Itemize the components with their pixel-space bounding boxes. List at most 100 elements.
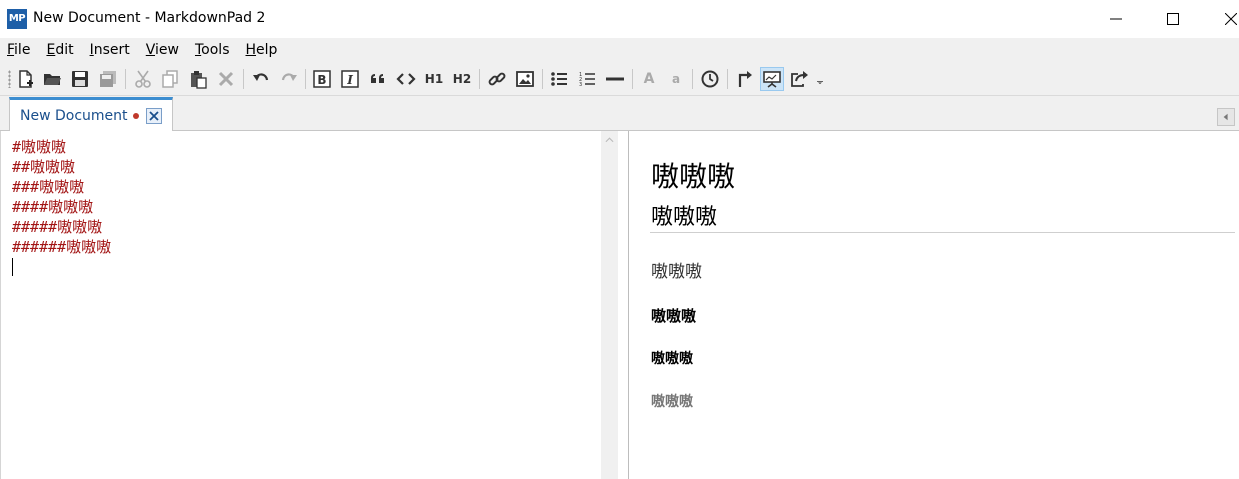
numbered-list-button[interactable]: 123 bbox=[575, 67, 599, 91]
text-caret bbox=[12, 258, 13, 276]
save-button[interactable] bbox=[68, 67, 92, 91]
undo-icon bbox=[253, 73, 269, 81]
maximize-icon bbox=[1167, 13, 1179, 25]
editor-line: ####嗷嗷嗷 bbox=[12, 198, 94, 216]
heading-underline-rule bbox=[650, 232, 1235, 233]
tab-new-document[interactable]: New Document bbox=[9, 97, 173, 131]
editor-line: ##嗷嗷嗷 bbox=[12, 158, 76, 176]
new-document-icon bbox=[19, 70, 33, 88]
minimize-icon bbox=[1110, 18, 1122, 20]
close-tab-button[interactable] bbox=[145, 107, 162, 124]
editor-text: #嗷嗷嗷 ##嗷嗷嗷 ###嗷嗷嗷 ####嗷嗷嗷 #####嗷嗷嗷 #####… bbox=[12, 137, 111, 257]
menu-insert[interactable]: Insert bbox=[90, 42, 130, 58]
toolbar-separator bbox=[305, 69, 306, 89]
new-document-button[interactable] bbox=[14, 67, 38, 91]
preview-heading-1: 嗷嗷嗷 bbox=[651, 160, 736, 193]
svg-text:3: 3 bbox=[579, 82, 582, 88]
timestamp-icon bbox=[701, 70, 719, 88]
overflow-icon bbox=[817, 81, 823, 84]
save-all-icon bbox=[100, 71, 116, 87]
cut-button[interactable] bbox=[131, 67, 155, 91]
toolbar-grip[interactable] bbox=[8, 70, 11, 88]
delete-button[interactable] bbox=[214, 67, 238, 91]
quote-icon bbox=[371, 74, 384, 83]
redo-button[interactable] bbox=[277, 67, 301, 91]
link-icon bbox=[488, 72, 506, 86]
chevron-left-icon bbox=[1223, 113, 1228, 121]
numbered-list-icon: 123 bbox=[579, 72, 595, 88]
heading2-label: H2 bbox=[452, 72, 472, 86]
timestamp-button[interactable] bbox=[698, 67, 722, 91]
menu-file[interactable]: File bbox=[7, 42, 30, 58]
horizontal-rule-button[interactable] bbox=[603, 67, 627, 91]
menu-bar: File Edit Insert View Tools Help bbox=[0, 38, 1239, 62]
toolbar-separator bbox=[632, 69, 633, 89]
quote-button[interactable] bbox=[366, 67, 390, 91]
toolbar-separator bbox=[479, 69, 480, 89]
font-decrease-button[interactable]: a bbox=[664, 67, 688, 91]
toolbar-separator bbox=[243, 69, 244, 89]
toolbar-overflow-button[interactable] bbox=[813, 67, 827, 91]
close-window-button[interactable] bbox=[1208, 0, 1239, 38]
bold-icon: B bbox=[313, 70, 331, 88]
close-icon bbox=[148, 110, 159, 121]
redo-icon bbox=[281, 73, 297, 81]
open-button[interactable] bbox=[40, 67, 64, 91]
minimize-button[interactable] bbox=[1093, 0, 1139, 38]
close-icon bbox=[1225, 13, 1237, 25]
export-icon bbox=[791, 71, 808, 87]
paste-icon bbox=[191, 71, 207, 89]
bullet-list-button[interactable] bbox=[547, 67, 571, 91]
link-button[interactable] bbox=[485, 67, 509, 91]
editor-scrollbar[interactable] bbox=[601, 131, 618, 479]
toolbar-separator bbox=[125, 69, 126, 89]
window-title: New Document - MarkdownPad 2 bbox=[33, 10, 266, 26]
html-preview-pane: 嗷嗷嗷 嗷嗷嗷 嗷嗷嗷 嗷嗷嗷 嗷嗷嗷 嗷嗷嗷 bbox=[630, 131, 1239, 479]
paste-button[interactable] bbox=[186, 67, 210, 91]
maximize-button[interactable] bbox=[1150, 0, 1196, 38]
scroll-up-arrow-icon[interactable] bbox=[605, 137, 614, 143]
toolbar: B I H1 H2 123 A a bbox=[0, 62, 1239, 96]
italic-button[interactable]: I bbox=[338, 67, 362, 91]
heading2-button[interactable]: H2 bbox=[450, 67, 474, 91]
toolbar-separator bbox=[727, 69, 728, 89]
editor-line: ###嗷嗷嗷 bbox=[12, 178, 85, 196]
font-increase-button[interactable]: A bbox=[637, 67, 661, 91]
preview-heading-4: 嗷嗷嗷 bbox=[651, 307, 697, 325]
pane-splitter[interactable] bbox=[618, 131, 629, 479]
editor-line: #嗷嗷嗷 bbox=[12, 138, 67, 156]
preview-heading-5: 嗷嗷嗷 bbox=[651, 351, 693, 367]
code-button[interactable] bbox=[394, 67, 418, 91]
save-all-button[interactable] bbox=[96, 67, 120, 91]
menu-edit[interactable]: Edit bbox=[46, 42, 73, 58]
italic-icon: I bbox=[341, 70, 359, 88]
live-preview-icon bbox=[763, 71, 781, 88]
copy-icon bbox=[162, 70, 178, 88]
tab-scroll-left-button[interactable] bbox=[1217, 108, 1235, 126]
bold-button[interactable]: B bbox=[310, 67, 334, 91]
open-folder-icon bbox=[44, 74, 61, 85]
app-logo: MP bbox=[7, 9, 27, 29]
preview-heading-2: 嗷嗷嗷 bbox=[651, 205, 718, 230]
preview-browser-button[interactable] bbox=[733, 67, 757, 91]
menu-view[interactable]: View bbox=[146, 42, 179, 58]
preview-browser-icon bbox=[738, 71, 752, 87]
menu-tools[interactable]: Tools bbox=[195, 42, 230, 58]
document-tab-strip: New Document bbox=[0, 96, 1239, 131]
bullet-list-icon bbox=[551, 72, 567, 86]
preview-heading-3: 嗷嗷嗷 bbox=[651, 262, 702, 282]
live-preview-button[interactable] bbox=[760, 67, 784, 91]
horizontal-rule-icon bbox=[606, 77, 624, 81]
undo-button[interactable] bbox=[249, 67, 273, 91]
markdown-editor[interactable]: #嗷嗷嗷 ##嗷嗷嗷 ###嗷嗷嗷 ####嗷嗷嗷 #####嗷嗷嗷 #####… bbox=[0, 131, 601, 479]
image-button[interactable] bbox=[513, 67, 537, 91]
copy-button[interactable] bbox=[158, 67, 182, 91]
menu-help[interactable]: Help bbox=[246, 42, 278, 58]
heading1-button[interactable]: H1 bbox=[422, 67, 446, 91]
export-button[interactable] bbox=[788, 67, 812, 91]
code-icon bbox=[396, 73, 416, 85]
tab-label: New Document bbox=[20, 107, 128, 124]
modified-indicator-dot bbox=[132, 112, 139, 119]
toolbar-separator bbox=[692, 69, 693, 89]
editor-line: #####嗷嗷嗷 bbox=[12, 218, 103, 236]
